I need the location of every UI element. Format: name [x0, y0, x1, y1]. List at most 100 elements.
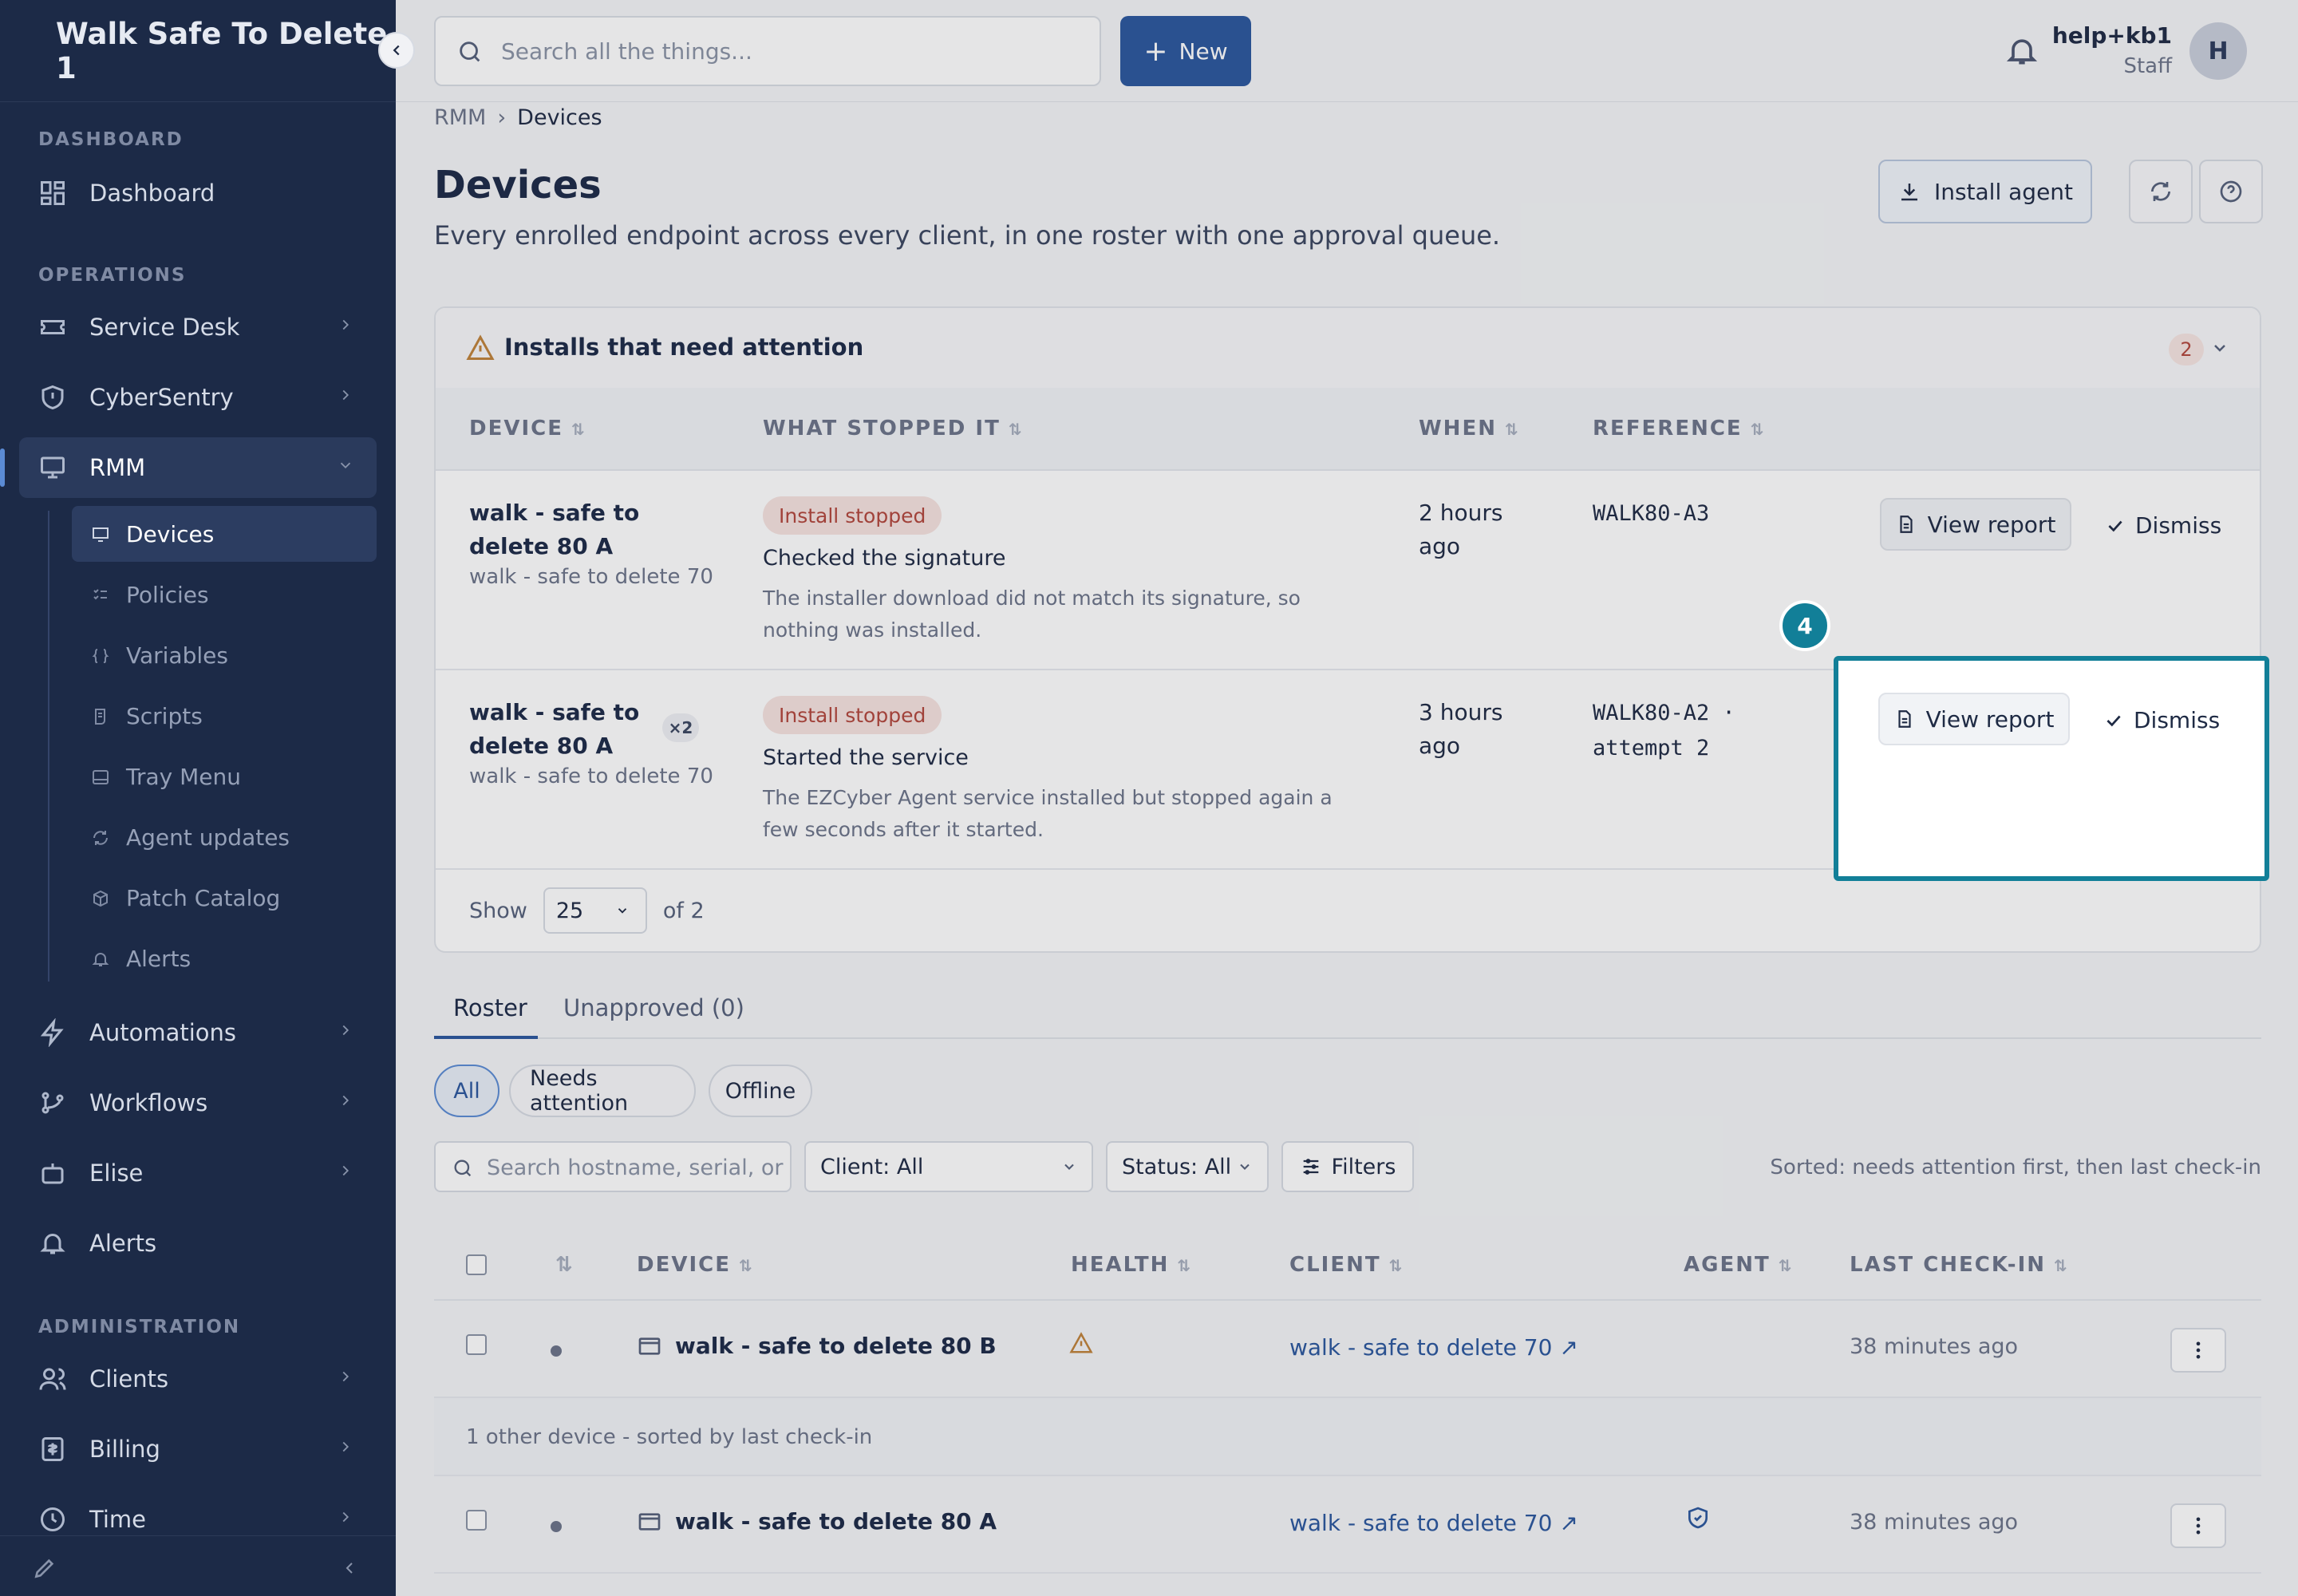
sidebar-subitem-variables[interactable]: Variables — [72, 627, 377, 683]
sidebar-item-label: CyberSentry — [89, 384, 234, 411]
chevron-right-icon — [342, 1441, 349, 1452]
sidebar-item-label: Time — [89, 1506, 146, 1533]
column-agent[interactable]: AGENT ⇅ — [1684, 1253, 1793, 1277]
chevron-right-icon — [342, 319, 349, 330]
sidebar-item-label: Elise — [89, 1159, 144, 1187]
install-agent-button[interactable]: Install agent — [1878, 160, 2092, 223]
more-vertical-icon — [2196, 1341, 2201, 1359]
filter-pill-offline[interactable]: Offline — [709, 1065, 812, 1117]
chevron-down-icon — [1240, 1163, 1250, 1170]
page-size-value: 25 — [555, 898, 584, 923]
sort-icon: ⇅ — [738, 1256, 754, 1275]
clock-icon — [41, 1507, 65, 1531]
dismiss-label: Dismiss — [2135, 512, 2222, 539]
status-sort-icon[interactable]: ⇅ — [555, 1253, 574, 1277]
sidebar-item-cybersentry[interactable]: CyberSentry — [19, 367, 377, 428]
sidebar-item-billing[interactable]: Billing — [19, 1419, 377, 1479]
sidebar-subitem-patch-catalog[interactable]: Patch Catalog — [72, 870, 377, 926]
sidebar-item-workflows[interactable]: Workflows — [19, 1073, 377, 1133]
status-filter-select[interactable]: Status: All — [1106, 1141, 1269, 1192]
attention-card-title: Installs that need attention — [504, 334, 864, 361]
notifications-bell-icon[interactable] — [2004, 34, 2039, 69]
help-button[interactable] — [2199, 160, 2263, 223]
sidebar-item-label: Clients — [89, 1365, 169, 1393]
pager-total: of 2 — [662, 898, 705, 923]
sidebar-item-service-desk[interactable]: Service Desk — [19, 297, 377, 358]
page-title: Devices — [434, 163, 602, 207]
install-agent-label: Install agent — [1933, 178, 2074, 205]
column-health[interactable]: HEALTH ⇅ — [1071, 1253, 1192, 1277]
sidebar-item-elise[interactable]: Elise — [19, 1143, 377, 1203]
row-actions-button[interactable] — [2170, 1503, 2226, 1548]
global-search-input[interactable]: Search all the things... — [434, 16, 1101, 86]
collapse-sidebar-button[interactable] — [378, 32, 415, 69]
attention-card-header[interactable]: Installs that need attention 2 — [436, 308, 2260, 388]
table-row[interactable]: walk - safe to delete 80 A walk - safe t… — [434, 1478, 2261, 1574]
sidebar-subitem-devices[interactable]: Devices — [72, 506, 377, 562]
sidebar-item-alerts[interactable]: Alerts — [19, 1213, 377, 1274]
lightning-icon — [40, 1018, 64, 1047]
sidebar-item-rmm[interactable]: RMM — [0, 437, 377, 498]
row-checkbox[interactable] — [466, 1510, 487, 1531]
column-last-check-in[interactable]: LAST CHECK-IN ⇅ — [1850, 1253, 2069, 1277]
chevron-right-icon — [342, 1095, 349, 1106]
sidebar-item-label: RMM — [89, 454, 146, 481]
dismiss-button[interactable]: Dismiss — [2105, 512, 2221, 539]
filter-pill-all[interactable]: All — [434, 1065, 499, 1117]
sidebar-subitem-scripts[interactable]: Scripts — [72, 688, 377, 744]
select-all-checkbox[interactable] — [466, 1254, 487, 1275]
refresh-button[interactable] — [2129, 160, 2193, 223]
sidebar-subitem-tray-menu[interactable]: Tray Menu — [72, 749, 377, 804]
sidebar-subitem-alerts[interactable]: Alerts — [72, 930, 377, 986]
avatar[interactable]: H — [2189, 22, 2247, 80]
sidebar-item-dashboard[interactable]: Dashboard — [19, 163, 377, 223]
sort-description: Sorted: needs attention first, then last… — [1770, 1156, 2261, 1179]
page-size-select[interactable]: 25 — [543, 887, 647, 934]
sidebar-subitem-label: Devices — [126, 520, 215, 547]
search-placeholder: Search all the things... — [501, 38, 752, 65]
column-device[interactable]: DEVICE ⇅ — [469, 417, 586, 440]
chevron-right-icon — [342, 389, 349, 401]
sidebar-item-clients[interactable]: Clients — [19, 1349, 377, 1409]
client-link[interactable]: walk - safe to delete 70 ↗ — [1289, 1334, 1578, 1361]
new-button[interactable]: + New — [1120, 16, 1251, 86]
refresh-icon — [93, 831, 108, 845]
pencil-icon[interactable] — [32, 1555, 57, 1581]
column-reference[interactable]: REFERENCE ⇅ — [1593, 417, 1765, 440]
filter-pill-needs-attention[interactable]: Needs attention — [509, 1065, 696, 1117]
sidebar-item-label: Service Desk — [89, 314, 240, 341]
device-cell[interactable]: walk - safe to delete 80 A — [637, 1508, 997, 1535]
client-link[interactable]: walk - safe to delete 70 ↗ — [1289, 1510, 1578, 1536]
column-device[interactable]: DEVICE ⇅ — [637, 1253, 754, 1277]
breadcrumb-rmm[interactable]: RMM — [434, 105, 486, 130]
sort-icon: ⇅ — [1778, 1256, 1794, 1275]
table-row[interactable]: walk - safe to delete 80 B walk - safe t… — [434, 1302, 2261, 1398]
tab-roster[interactable]: Roster — [453, 994, 527, 1021]
chevron-right-icon — [342, 1511, 349, 1523]
column-what-stopped-it[interactable]: WHAT STOPPED IT ⇅ — [763, 417, 1024, 440]
device-search-input[interactable]: Search hostname, serial, or — [434, 1141, 792, 1192]
sidebar-item-label: Dashboard — [89, 180, 215, 207]
row-actions-button[interactable] — [2170, 1328, 2226, 1373]
sidebar-subitem-policies[interactable]: Policies — [72, 567, 377, 622]
column-when[interactable]: WHEN ⇅ — [1419, 417, 1520, 440]
user-name: help+kb1 — [2051, 22, 2172, 49]
device-cell[interactable]: walk - safe to delete 80 B — [637, 1333, 997, 1359]
client-filter-select[interactable]: Client: All — [804, 1141, 1093, 1192]
chevron-down-icon — [340, 462, 351, 469]
column-client[interactable]: CLIENT ⇅ — [1289, 1253, 1404, 1277]
new-button-label: New — [1179, 38, 1228, 65]
sliders-icon — [1303, 1159, 1318, 1175]
status-badge: Install stopped — [763, 496, 942, 535]
last-check-in: 38 minutes ago — [1850, 1510, 2019, 1535]
chevron-left-icon[interactable] — [340, 1558, 359, 1578]
reference-code: WALK80-A3 — [1593, 501, 1710, 526]
sidebar-subitem-agent-updates[interactable]: Agent updates — [72, 809, 377, 865]
view-report-button[interactable]: View report — [1880, 498, 2071, 551]
sidebar-item-automations[interactable]: Automations — [19, 1002, 377, 1063]
row-checkbox[interactable] — [466, 1334, 487, 1355]
filters-button[interactable]: Filters — [1281, 1141, 1414, 1192]
tab-unapproved[interactable]: Unapproved (0) — [563, 994, 744, 1021]
browser-window-icon — [638, 1512, 661, 1531]
sidebar-item-label: Billing — [89, 1436, 160, 1463]
